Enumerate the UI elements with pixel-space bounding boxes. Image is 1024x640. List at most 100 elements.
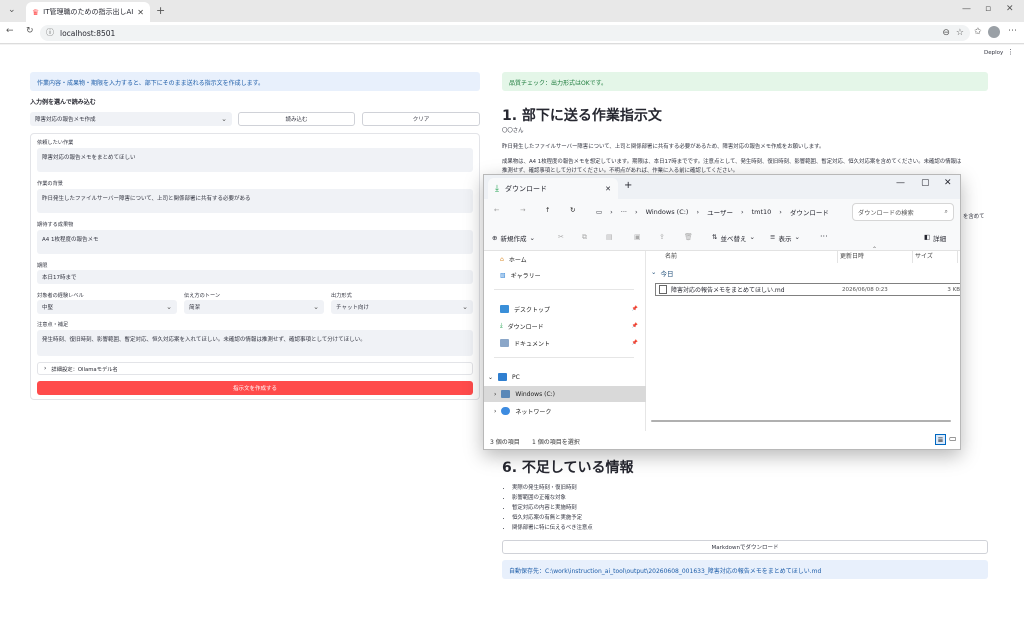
maximize-icon[interactable]: ▫ bbox=[985, 5, 991, 14]
load-button[interactable]: 読み込む bbox=[238, 112, 355, 126]
missing-list: 実際の発生時刻・復旧時刻 影響範囲の正確な対象 暫定対応の内容と実施時刻 恒久対… bbox=[502, 483, 902, 533]
tiles-view-icon[interactable]: ▭ bbox=[949, 434, 957, 443]
sort-button[interactable]: ⇅ 並べ替え ⌄ bbox=[712, 233, 755, 243]
task-input[interactable]: 障害対応の報告メモをまとめてほしい bbox=[37, 148, 473, 172]
input-form bbox=[30, 133, 480, 400]
generate-button[interactable]: 指示文を作成する bbox=[37, 381, 473, 395]
sidebar-item-network[interactable]: › ネットワーク bbox=[484, 403, 551, 419]
breadcrumb-item[interactable]: ユーザー bbox=[707, 207, 733, 217]
explorer-command-bar: ⊕ 新規作成 ⌄ ✂ ⧉ ▤ ▣ ⇪ 🗑 ⇅ 並べ替え ⌄ ≡ 表示 ⌄ ···… bbox=[484, 227, 960, 251]
deploy-button[interactable]: Deploy bbox=[984, 50, 1003, 56]
deadline-input[interactable]: 本日17時まで bbox=[37, 270, 473, 284]
app-menu-icon[interactable]: ⋮ bbox=[1007, 48, 1014, 56]
avatar[interactable] bbox=[988, 26, 1000, 38]
details-view-icon[interactable]: ≣ bbox=[935, 434, 946, 445]
group-today[interactable]: ⌄ 今日 bbox=[651, 268, 673, 278]
chevron-right-icon[interactable]: › bbox=[494, 391, 496, 398]
chevron-down-icon[interactable]: ⌄ bbox=[488, 374, 493, 381]
sidebar-item-documents[interactable]: ドキュメント 📌 bbox=[484, 335, 644, 351]
explorer-nav-row: ← → ↑ ↻ ▭ › ··· › Windows (C:) › ユーザー › … bbox=[484, 199, 960, 227]
ellipsis-icon[interactable]: ··· bbox=[621, 208, 627, 216]
address-breadcrumb[interactable]: ▭ › ··· › Windows (C:) › ユーザー › tmt10 › … bbox=[592, 203, 845, 221]
cut-icon[interactable]: ✂ bbox=[558, 233, 564, 241]
minimize-icon[interactable]: — bbox=[896, 178, 905, 188]
breadcrumb-item[interactable]: ダウンロード bbox=[790, 207, 829, 217]
breadcrumb-item[interactable]: Windows (C:) bbox=[646, 208, 689, 216]
maximize-icon[interactable]: ▢ bbox=[921, 178, 930, 188]
back-icon[interactable]: ← bbox=[6, 27, 14, 36]
copy-icon[interactable]: ⧉ bbox=[582, 233, 587, 242]
tone-select[interactable]: 简潔 bbox=[184, 300, 324, 314]
salutation: 〇〇さん bbox=[502, 128, 524, 134]
delete-icon[interactable]: 🗑 bbox=[684, 233, 693, 241]
notes-label: 注意点・補足 bbox=[37, 322, 69, 328]
share-icon[interactable]: ⇪ bbox=[659, 233, 665, 241]
download-markdown-button[interactable]: Markdownでダウンロード bbox=[502, 540, 988, 554]
notes-input[interactable]: 発生時刻、復旧時刻、影響範囲、暫定対応、恒久対応案を入れてほしい。未確認の情報は… bbox=[37, 330, 473, 356]
close-tab-icon[interactable]: ✕ bbox=[605, 185, 611, 193]
refresh-icon[interactable]: ↻ bbox=[570, 206, 575, 214]
reload-icon[interactable]: ↻ bbox=[26, 27, 34, 36]
paragraph-2a: 成果物は、A4 1枚程度の報告メモを想定しています。期限は、本日17時までです。… bbox=[502, 159, 962, 165]
new-button[interactable]: ⊕ 新規作成 ⌄ bbox=[492, 233, 535, 243]
example-select[interactable]: 障害対応の報告メモ作成 bbox=[30, 112, 232, 126]
new-tab-icon[interactable]: + bbox=[156, 5, 165, 16]
view-icon: ≡ bbox=[770, 233, 776, 241]
breadcrumb-item[interactable]: tmt10 bbox=[752, 208, 772, 216]
close-window-icon[interactable]: ✕ bbox=[1006, 5, 1014, 14]
pin-icon: 📌 bbox=[631, 306, 638, 312]
rename-icon[interactable]: ▣ bbox=[634, 233, 641, 241]
overflow-text: を含めて bbox=[963, 214, 985, 220]
chevron-right-icon: › bbox=[44, 365, 47, 372]
details-button[interactable]: ◧ 詳細 bbox=[924, 233, 946, 243]
tab-list-chevron-icon[interactable]: ⌄ bbox=[8, 6, 16, 15]
item-count: 3 個の項目 bbox=[490, 439, 520, 446]
view-button[interactable]: ≡ 表示 ⌄ bbox=[770, 233, 800, 243]
success-banner: 品質チェック：出力形式はOKです。 bbox=[502, 72, 988, 91]
explorer-tab-bar: ⤓ ダウンロード ✕ + — ▢ ✕ bbox=[484, 175, 960, 199]
column-name[interactable]: 名前 bbox=[665, 251, 677, 260]
horizontal-scrollbar[interactable] bbox=[651, 420, 951, 422]
sidebar-item-cdrive[interactable]: › Windows (C:) bbox=[484, 386, 646, 402]
sidebar-item-desktop[interactable]: デスクトップ 📌 bbox=[484, 301, 644, 317]
example-heading: 入力例を選んで読み込む bbox=[30, 99, 96, 106]
browser-menu-icon[interactable]: ⋯ bbox=[1008, 27, 1017, 36]
sidebar-item-home[interactable]: ⌂ ホーム bbox=[484, 251, 527, 267]
close-tab-icon[interactable]: ✕ bbox=[137, 8, 144, 17]
drive-icon bbox=[501, 390, 511, 398]
sort-chevron-up-icon: ⌃ bbox=[872, 246, 878, 253]
more-options-icon[interactable]: ··· bbox=[820, 232, 828, 241]
search-box[interactable]: ダウンロードの検索 ⌕ bbox=[852, 203, 954, 221]
bookmark-star-icon[interactable]: ☆ bbox=[956, 28, 964, 38]
paste-icon[interactable]: ▤ bbox=[606, 233, 613, 241]
zoom-icon[interactable]: ⊖ bbox=[942, 28, 950, 38]
heading-instruction: 1. 部下に送る作業指示文 bbox=[502, 108, 662, 124]
sidebar-item-gallery[interactable]: ▧ ギャラリー bbox=[484, 267, 541, 283]
url-field[interactable]: ⓘ localhost:8501 ⊖ ☆ bbox=[40, 25, 970, 41]
chevron-right-icon[interactable]: › bbox=[494, 408, 496, 415]
advanced-expander[interactable]: › 詳細設定：Ollamaモデル名 bbox=[37, 362, 473, 375]
deliverable-input[interactable]: A4 1枚程度の報告メモ bbox=[37, 230, 473, 254]
file-row[interactable]: 障害対応の報告メモをまとめてほしい.md 2026/06/08 0:23 3 K… bbox=[655, 283, 960, 296]
format-select[interactable]: チャット向け bbox=[331, 300, 473, 314]
sidebar-item-pc[interactable]: ⌄ PC bbox=[484, 369, 520, 385]
sort-icon: ⇅ bbox=[712, 233, 718, 241]
pin-icon: 📌 bbox=[631, 340, 638, 346]
column-size[interactable]: サイズ bbox=[915, 251, 933, 260]
back-icon[interactable]: ← bbox=[494, 206, 499, 214]
up-icon[interactable]: ↑ bbox=[545, 206, 550, 214]
browser-tab[interactable]: ♛ IT管理職のための指示出しAIツール ✕ bbox=[26, 2, 150, 22]
site-info-icon[interactable]: ⓘ bbox=[46, 29, 54, 37]
minimize-icon[interactable]: — bbox=[962, 5, 971, 14]
favorites-icon[interactable]: ✩ bbox=[974, 28, 982, 37]
skill-select[interactable]: 中堅 bbox=[37, 300, 177, 314]
background-input[interactable]: 昨日発生したファイルサーバー障害について、上司と関係部署に共有する必要がある bbox=[37, 189, 473, 213]
sidebar-item-downloads[interactable]: ⤓ ダウンロード 📌 bbox=[484, 318, 644, 334]
download-icon: ⤓ bbox=[500, 322, 503, 329]
column-modified[interactable]: 更新日時 bbox=[840, 251, 864, 260]
explorer-tab[interactable]: ⤓ ダウンロード ✕ bbox=[488, 178, 618, 199]
close-window-icon[interactable]: ✕ bbox=[944, 178, 952, 188]
new-tab-icon[interactable]: + bbox=[624, 180, 632, 191]
forward-icon[interactable]: → bbox=[520, 206, 525, 214]
clear-button[interactable]: クリア bbox=[362, 112, 480, 126]
